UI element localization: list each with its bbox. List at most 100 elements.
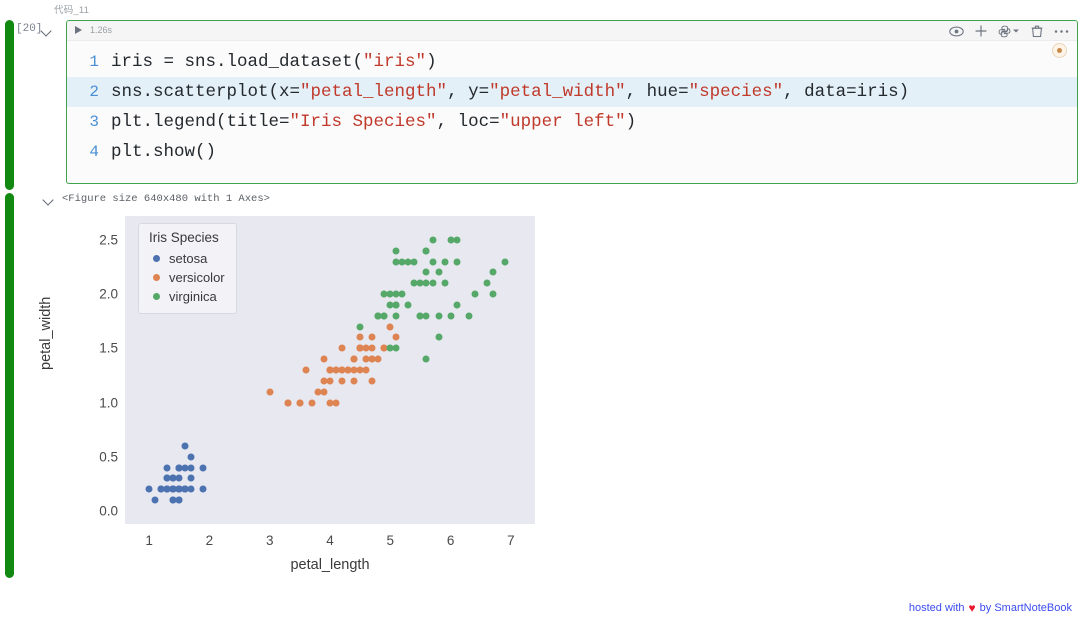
code-token: ) (625, 112, 637, 132)
code-line-text: iris = sns.load_dataset("iris") (111, 47, 437, 77)
scatter-point-virginica (380, 312, 388, 320)
code-line[interactable]: 2 sns.scatterplot(x="petal_length", y="pe… (67, 77, 1077, 107)
code-editor[interactable]: 1 iris = sns.load_dataset("iris") 2 sns.sca… (67, 41, 1077, 167)
code-line[interactable]: 3 plt.legend(title="Iris Species", loc="u… (67, 107, 1077, 137)
scatter-point-virginica (422, 279, 430, 287)
code-token: , data=iris) (783, 82, 910, 102)
scatter-point-virginica (453, 301, 461, 309)
code-line[interactable]: 1 iris = sns.load_dataset("iris") (67, 47, 1077, 77)
scatter-point-versicolor (374, 355, 382, 363)
scatter-point-virginica (422, 247, 430, 255)
code-token: plt.show() (111, 142, 217, 162)
scatter-point-virginica (441, 258, 449, 266)
y-tick-label: 2.0 (99, 286, 118, 302)
scatter-point-virginica (356, 323, 364, 331)
y-tick-label: 0.0 (99, 503, 118, 519)
line-number: 4 (89, 143, 99, 161)
figure-repr-text: <Figure size 640x480 with 1 Axes> (62, 193, 270, 205)
scatter-point-setosa (163, 464, 171, 472)
scatter-point-setosa (175, 496, 183, 504)
scatter-point-virginica (429, 236, 436, 244)
legend-entry: setosa (148, 249, 225, 268)
y-tick-label: 0.5 (99, 449, 118, 465)
legend-swatch-setosa (153, 255, 160, 262)
plot-area: Iris Species setosa versicolor virginica (125, 216, 535, 524)
scatter-point-virginica (429, 258, 436, 266)
legend-label: virginica (169, 289, 217, 304)
scatter-point-virginica (386, 301, 394, 309)
run-cell-button[interactable] (75, 26, 82, 34)
x-tick-label: 1 (145, 533, 153, 548)
code-string-token: "upper left" (499, 112, 626, 132)
scatter-point-setosa (169, 496, 177, 504)
ellipsis-icon[interactable] (1054, 29, 1069, 34)
legend-entry: virginica (148, 287, 225, 306)
scatter-point-setosa (169, 474, 177, 482)
scatter-point-versicolor (350, 377, 358, 385)
scatter-point-versicolor (386, 323, 394, 331)
eye-icon[interactable] (949, 26, 964, 37)
python-env-icon[interactable] (998, 25, 1020, 38)
scatter-point-versicolor (314, 388, 322, 396)
plus-icon[interactable] (975, 25, 987, 37)
scatter-point-setosa (175, 464, 183, 472)
scatter-point-setosa (187, 485, 195, 493)
scatter-point-setosa (145, 485, 153, 493)
code-token: plt.legend(title= (111, 112, 290, 132)
y-tick-label: 2.5 (99, 232, 118, 248)
cell-run-time: 1.26s (90, 25, 113, 35)
code-cell[interactable]: 1.26s 1 iris = sns.load_dataset("iris") … (66, 20, 1078, 184)
scatter-point-versicolor (332, 399, 340, 407)
x-tick-label: 4 (326, 533, 334, 548)
scatter-point-versicolor (320, 388, 328, 396)
code-token: ) (426, 52, 437, 72)
code-string-token: "iris" (363, 52, 427, 72)
code-line-text: plt.show() (111, 137, 216, 167)
scatter-point-versicolor (344, 366, 352, 374)
collapse-code-chevron-icon[interactable] (40, 24, 54, 38)
scatter-point-setosa (181, 464, 189, 472)
line-number: 3 (89, 113, 99, 131)
code-token: sns.scatterplot(x= (111, 82, 301, 102)
scatter-point-virginica (422, 268, 430, 276)
scatter-point-versicolor (350, 366, 358, 374)
collapse-output-chevron-icon[interactable] (42, 193, 56, 207)
scatter-point-setosa (175, 474, 183, 482)
chart-legend: Iris Species setosa versicolor virginica (138, 223, 237, 314)
scatter-point-versicolor (308, 399, 316, 407)
code-cell-header: 1.26s (67, 21, 1077, 58)
scatter-point-setosa (199, 464, 207, 472)
scatter-point-virginica (501, 258, 509, 266)
y-tick-label: 1.0 (99, 395, 118, 411)
scatter-point-setosa (187, 464, 195, 472)
scatter-point-versicolor (284, 399, 292, 407)
scatter-point-virginica (465, 312, 473, 320)
scatter-point-setosa (199, 485, 207, 493)
scatter-point-virginica (386, 290, 394, 298)
code-string-token: "petal_width" (489, 82, 626, 102)
scatter-point-setosa (187, 453, 195, 461)
line-number: 2 (89, 83, 99, 101)
scatter-point-virginica (435, 312, 443, 320)
scatter-point-versicolor (356, 333, 364, 341)
matplotlib-figure: petal_width petal_length 0.0 0.5 1.0 1.5 2.0… (38, 212, 560, 573)
code-line-text: sns.scatterplot(x="petal_length", y="pet… (111, 77, 909, 107)
scatter-point-virginica (410, 279, 418, 287)
x-tick-label: 6 (446, 533, 455, 548)
trash-icon[interactable] (1031, 25, 1043, 38)
scatter-point-virginica (392, 344, 400, 352)
scatter-point-virginica (483, 279, 491, 287)
chevron-down-icon (1013, 29, 1019, 33)
scatter-point-virginica (453, 258, 461, 266)
scatter-point-virginica (398, 290, 406, 298)
scatter-point-versicolor (356, 344, 364, 352)
code-token: , y= (447, 82, 490, 102)
code-line[interactable]: 4 plt.show() (67, 137, 1077, 167)
scatter-point-virginica (489, 290, 497, 298)
scatter-point-versicolor (296, 399, 304, 407)
y-tick-label: 1.5 (99, 340, 118, 356)
code-token: , loc= (436, 112, 500, 132)
legend-entries: setosa versicolor virginica (148, 249, 225, 306)
scatter-point-versicolor (326, 377, 334, 385)
code-token: , hue= (625, 82, 689, 102)
